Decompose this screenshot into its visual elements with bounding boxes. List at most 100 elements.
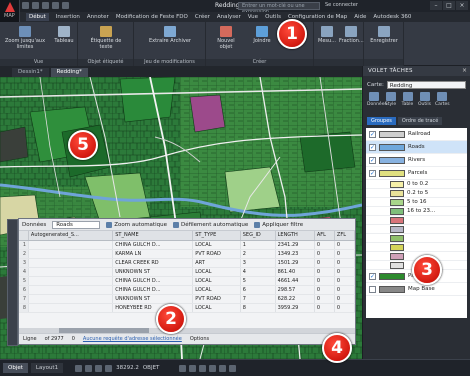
hardware-icon[interactable] [219, 364, 227, 372]
data-source-label: Données [22, 221, 47, 228]
map-dropdown[interactable]: Redding [386, 80, 466, 89]
tool-data[interactable]: Données [367, 92, 387, 114]
table-row[interactable]: 4 UNKNOWN ST LOCAL 4 861.40 0 0 [19, 267, 356, 277]
menu-tab[interactable]: Outils [265, 14, 281, 20]
layer-item[interactable]: ✓ Railroad [366, 128, 467, 141]
tab-layout1[interactable]: Layout1 [30, 363, 64, 373]
column-header[interactable]: ST_TYPE [192, 231, 241, 241]
tab-groups[interactable]: Groupes [367, 117, 396, 125]
column-header[interactable] [19, 231, 29, 241]
menu-tab[interactable]: Créer [195, 14, 210, 20]
auto-scroll-button[interactable]: Défilement automatique [172, 221, 248, 228]
layer-visibility-checkbox[interactable]: ✓ [369, 143, 376, 151]
column-header[interactable]: LENGTH [275, 231, 315, 241]
polar-icon[interactable] [105, 364, 113, 372]
tool-tools[interactable]: Outils [418, 92, 431, 114]
menu-tab[interactable]: Autodesk 360 [373, 14, 411, 20]
application-menu-button[interactable]: MAP [0, 0, 20, 22]
legend-swatch [390, 207, 404, 215]
measure-button[interactable]: Mesu... [317, 26, 337, 44]
customize-icon[interactable] [229, 364, 237, 372]
search-input[interactable]: Entrer un mot-clé ou une expression [238, 2, 320, 15]
grid-icon[interactable] [75, 364, 83, 372]
column-header[interactable]: ST_NAME [112, 231, 194, 241]
table-cell [28, 267, 114, 277]
layer-visibility-checkbox[interactable] [369, 285, 376, 293]
tab-model[interactable]: Objet [3, 363, 28, 373]
menu-tab[interactable]: Début [26, 13, 49, 21]
ribbon-group-label: Vue [0, 59, 77, 66]
table-row[interactable]: 7 UNKNOWN ST PVT ROAD 7 628.22 0 0 [19, 294, 356, 304]
address-query-link[interactable]: Aucune requête d'adresse sélectionnée [83, 336, 182, 342]
table-row[interactable]: 1 CHINA GULCH D... LOCAL 1 2341.29 0 0 [19, 240, 356, 250]
layer-list: ✓ Railroad ✓ Roads ✓ Rivers ✓ Parcels 0 to 0.2 0.… [366, 128, 467, 318]
zoom-auto-button[interactable]: Zoom automatique [106, 221, 167, 228]
menu-tab[interactable]: Vue [248, 14, 258, 20]
menu-tab[interactable]: Analyser [217, 14, 241, 20]
text-label-button[interactable]: Étiquette de texte [84, 26, 128, 50]
annotation-icon[interactable] [179, 364, 187, 372]
table-row[interactable]: 8 HONEYBEE RD LOCAL 8 3959.29 0 0 [19, 303, 356, 313]
tool-maps[interactable]: Cartes [435, 92, 450, 114]
lock-icon[interactable] [199, 364, 207, 372]
layer-visibility-checkbox[interactable]: ✓ [369, 272, 376, 280]
layer-visibility-checkbox[interactable]: ✓ [369, 156, 376, 164]
tool-style[interactable]: Style [384, 92, 397, 114]
layer-visibility-checkbox[interactable]: ✓ [369, 130, 376, 138]
layer-item[interactable]: ✓ Parcels [366, 167, 467, 180]
close-icon[interactable]: × [462, 67, 467, 74]
table-row[interactable]: 3 CLEAR CREEK RD ART 3 1501.29 0 0 [19, 258, 356, 268]
doc-tab-dessin1[interactable]: Dessin1* [12, 68, 49, 77]
layer-item[interactable]: ✓ Rivers [366, 154, 467, 167]
tool-table[interactable]: Table [401, 92, 414, 114]
table-cell: 2 [240, 249, 276, 259]
new-file-icon[interactable] [22, 2, 29, 9]
layer-item[interactable]: Map Base [366, 283, 467, 296]
column-header[interactable]: ZFL [334, 231, 356, 241]
undo-icon[interactable] [52, 2, 59, 9]
ribbon-group-view: Zoom jusqu'aux limites Tableau Vue [0, 22, 78, 66]
space-indicator[interactable]: OBJET [143, 365, 160, 371]
menu-tab[interactable]: Insertion [56, 14, 80, 20]
minimize-icon[interactable]: – [430, 1, 442, 10]
apply-filter-button[interactable]: Appliquer filtre [254, 221, 303, 228]
tab-draw-order[interactable]: Ordre de tracé [397, 117, 443, 125]
options-button[interactable]: Options [190, 336, 209, 342]
table-row[interactable]: 6 CHINA GULCH D... LOCAL 6 298.57 0 0 [19, 285, 356, 295]
signin-button[interactable]: Se connecter [325, 2, 358, 8]
layer-select[interactable]: Roads [52, 220, 101, 229]
workspace-icon[interactable] [189, 364, 197, 372]
table-row[interactable]: 2 KARMA LN PVT ROAD 2 1349.23 0 0 [19, 249, 356, 259]
open-file-icon[interactable] [32, 2, 39, 9]
layer-item[interactable]: ✓ Roads [366, 141, 467, 154]
zoom-extents-button[interactable]: Zoom jusqu'aux limites [3, 26, 47, 50]
ortho-icon[interactable] [95, 364, 103, 372]
snap-icon[interactable] [85, 364, 93, 372]
data-table-side-handle[interactable] [7, 219, 18, 346]
table-cell: 1349.23 [275, 249, 315, 259]
table-row[interactable]: 5 CHINA GULCH D... LOCAL 5 4661.44 0 0 [19, 276, 356, 286]
menu-tab[interactable]: Annoter [87, 14, 109, 20]
redo-icon[interactable] [62, 2, 69, 9]
layer-visibility-checkbox[interactable]: ✓ [369, 169, 376, 177]
isolate-icon[interactable] [209, 364, 217, 372]
menu-tab[interactable]: Aide [354, 14, 366, 20]
new-object-button[interactable]: Nouvel objet [212, 26, 240, 50]
join-button[interactable]: Joindre [250, 26, 274, 44]
fraction-button[interactable]: Fraction... [339, 26, 364, 44]
column-header[interactable]: SEG_ID [240, 231, 276, 241]
menu-tab[interactable]: Modification de Feste FDO [116, 14, 188, 20]
save-button[interactable]: Enregistrer [368, 26, 400, 44]
doc-tab-redding[interactable]: Redding* [50, 68, 88, 77]
table-cell [28, 240, 114, 250]
extract-archive-button[interactable]: Extraire Archiver [140, 26, 200, 44]
column-header[interactable]: AFL [314, 231, 335, 241]
save-icon[interactable] [42, 2, 49, 9]
legend-label: 0.2 to 5 [407, 190, 429, 196]
legend-label: 5 to 16 [407, 199, 427, 205]
row-number: 5 [19, 276, 29, 286]
table-button[interactable]: Tableau [52, 26, 76, 44]
close-icon[interactable]: × [456, 1, 468, 10]
maximize-icon[interactable]: □ [443, 1, 455, 10]
column-header[interactable]: Autogenerated_S... [28, 231, 114, 241]
